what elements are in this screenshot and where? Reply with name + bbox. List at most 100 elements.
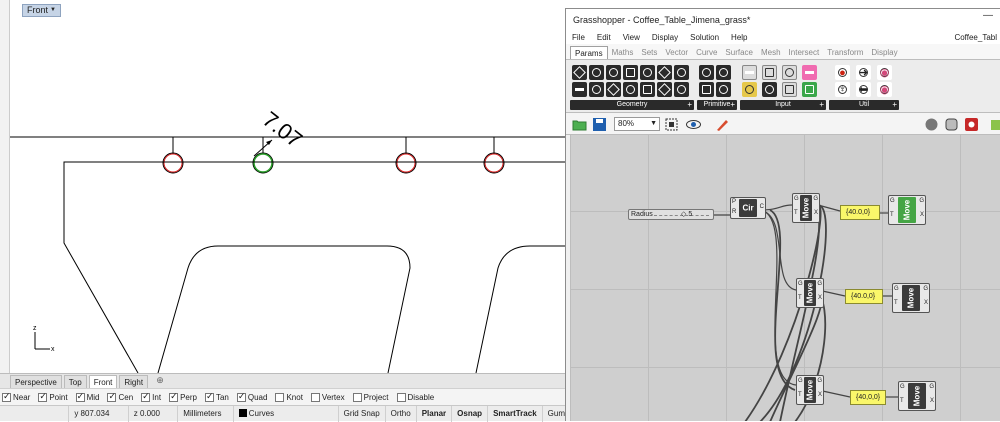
osnap-project[interactable]: Project (352, 392, 389, 402)
ortho-toggle[interactable]: Ortho (386, 405, 417, 422)
arrow-left-icon[interactable]: ⬅ (856, 82, 871, 97)
move-component-preview[interactable]: Move G T G X (888, 195, 926, 225)
osnap-checkbox[interactable] (107, 391, 117, 402)
param-icon[interactable] (572, 65, 587, 80)
menu-file[interactable]: File (566, 33, 591, 42)
osnap-toggle[interactable]: Osnap (452, 405, 489, 422)
input-pin[interactable]: G (890, 198, 895, 204)
param-icon[interactable] (674, 82, 689, 97)
output-pin[interactable]: G (817, 378, 822, 384)
gradient-param-icon[interactable] (802, 65, 817, 80)
param-icon[interactable] (623, 82, 638, 97)
planar-toggle[interactable]: Planar (417, 405, 453, 422)
gh-document-name[interactable]: Coffee_Tabl (954, 31, 997, 44)
vector-panel[interactable]: {40.0,0} (840, 205, 880, 220)
flask-icon[interactable]: ◉ (877, 65, 892, 80)
osnap-cen[interactable]: Cen (107, 391, 133, 402)
move-component[interactable]: Move G T G X (796, 375, 824, 405)
move-component[interactable]: Move G T G X (892, 283, 930, 313)
eye-icon[interactable] (686, 117, 701, 132)
osnap-checkbox[interactable] (2, 391, 11, 402)
panel-param-icon[interactable] (742, 82, 757, 97)
input-pin[interactable]: G (798, 378, 803, 384)
osnap-checkbox[interactable] (169, 391, 179, 402)
zoom-select[interactable]: 80% ▼ (614, 117, 660, 131)
output-pin[interactable]: X (818, 392, 822, 398)
osnap-checkbox[interactable] (236, 391, 246, 402)
rhino-front-viewport[interactable]: 7.07 x z Front ▼ (10, 0, 565, 373)
view-tab-right[interactable]: Right (119, 374, 149, 388)
smarttrack-toggle[interactable]: SmartTrack (488, 405, 543, 422)
input-pin[interactable]: T (798, 295, 802, 301)
toggle-param-icon[interactable] (762, 82, 777, 97)
save-icon[interactable] (592, 117, 607, 132)
circle-component[interactable]: Cir P R C (730, 197, 766, 219)
output-pin[interactable]: X (818, 295, 822, 301)
input-pin[interactable]: T (900, 398, 904, 404)
param-icon[interactable] (640, 82, 655, 97)
osnap-int[interactable]: Int (141, 391, 161, 402)
status-layer[interactable]: Curves (234, 405, 339, 422)
output-pin[interactable]: G (923, 286, 928, 292)
osnap-near[interactable]: Near (2, 391, 30, 402)
input-pin[interactable]: T (798, 392, 802, 398)
menu-display[interactable]: Display (646, 33, 684, 42)
view-tab-perspective[interactable]: Perspective (10, 374, 62, 388)
move-component[interactable]: Move G T G X (796, 278, 824, 308)
osnap-point[interactable]: Point (38, 391, 68, 402)
input-pin[interactable]: T (890, 212, 894, 218)
param-icon[interactable] (657, 82, 672, 97)
slider-value[interactable]: ◇ 5 (681, 210, 692, 219)
osnap-checkbox[interactable] (310, 392, 320, 402)
input-pin[interactable]: T (894, 300, 898, 306)
expand-icon[interactable]: + (819, 100, 824, 110)
param-icon[interactable] (589, 82, 604, 97)
expand-icon[interactable]: + (730, 100, 735, 110)
param-icon[interactable] (699, 65, 714, 80)
view-tab-top[interactable]: Top (63, 374, 87, 388)
output-pin[interactable]: X (814, 210, 818, 216)
osnap-vertex[interactable]: Vertex (310, 392, 345, 402)
bake-icon[interactable] (990, 117, 1000, 132)
arrow-right-icon[interactable]: ➜ (856, 65, 871, 80)
input-pin[interactable]: P (732, 199, 736, 205)
tab-sets[interactable]: Sets (637, 46, 661, 59)
tab-curve[interactable]: Curve (692, 46, 721, 59)
osnap-checkbox[interactable] (396, 392, 406, 402)
osnap-checkbox[interactable] (141, 391, 151, 402)
add-view-icon[interactable]: ⊕ (154, 375, 166, 387)
param-icon[interactable] (699, 82, 714, 97)
input-pin[interactable]: R (732, 209, 736, 215)
tree-icon[interactable]: ♆ (835, 82, 850, 97)
param-icon[interactable] (606, 65, 621, 80)
tab-mesh[interactable]: Mesh (757, 46, 785, 59)
osnap-checkbox[interactable] (352, 392, 362, 402)
output-pin[interactable]: C (760, 204, 764, 210)
input-pin[interactable]: G (900, 384, 905, 390)
input-pin[interactable]: G (894, 286, 899, 292)
param-icon[interactable] (674, 65, 689, 80)
osnap-checkbox[interactable] (275, 392, 285, 402)
menu-edit[interactable]: Edit (591, 33, 617, 42)
input-pin[interactable]: G (794, 196, 799, 202)
param-icon[interactable] (782, 82, 797, 97)
tab-surface[interactable]: Surface (721, 46, 757, 59)
view-tab-front[interactable]: Front (88, 374, 118, 388)
tab-intersect[interactable]: Intersect (785, 46, 824, 59)
osnap-perp[interactable]: Perp (169, 391, 197, 402)
flask-icon[interactable]: ◉ (877, 82, 892, 97)
output-pin[interactable]: G (929, 384, 934, 390)
param-icon[interactable] (802, 82, 817, 97)
move-component[interactable]: Move G T G X (898, 381, 936, 411)
open-file-icon[interactable] (572, 117, 587, 132)
expand-icon[interactable]: + (687, 100, 692, 110)
param-icon[interactable] (782, 65, 797, 80)
grid-snap-toggle[interactable]: Grid Snap (339, 405, 386, 422)
output-pin[interactable]: G (813, 196, 818, 202)
move-component[interactable]: Move G T G X (792, 193, 820, 223)
osnap-quad[interactable]: Quad (236, 391, 267, 402)
expand-icon[interactable]: + (892, 100, 897, 110)
radius-slider[interactable]: Radius ◇ 5 (628, 209, 714, 220)
output-pin[interactable]: X (930, 398, 934, 404)
cherry-icon[interactable]: ● (835, 65, 850, 80)
